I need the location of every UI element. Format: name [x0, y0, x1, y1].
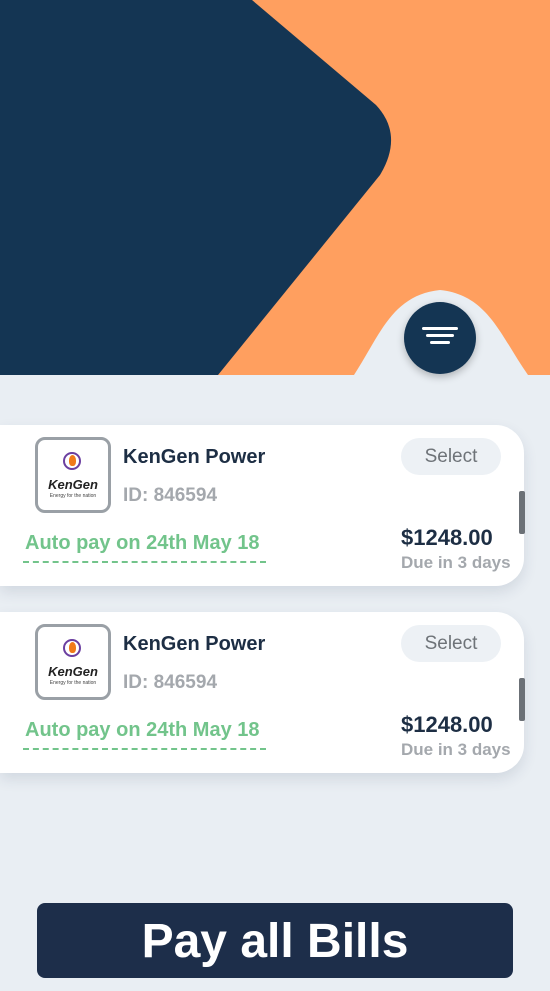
select-button[interactable]: Select [401, 438, 501, 475]
logo-tagline: Energy for the nation [49, 493, 97, 499]
bill-amount: $1248.00 [401, 525, 493, 550]
due-text: Due in 3 days [401, 553, 511, 572]
bill-card[interactable]: KenGen Energy for the nation KenGen Powe… [0, 425, 524, 586]
autopay-link[interactable]: Auto pay on 24th May 18 [25, 719, 260, 742]
autopay-underline [23, 561, 266, 563]
account-id: ID: 846594 [123, 672, 218, 693]
filter-button[interactable] [404, 302, 476, 374]
logo-word: KenGen [48, 664, 98, 679]
autopay-underline [23, 748, 266, 750]
card-scroll-handle[interactable] [519, 678, 525, 721]
bill-card[interactable]: KenGen Energy for the nation KenGen Powe… [0, 612, 524, 773]
account-id: ID: 846594 [123, 485, 218, 506]
due-text: Due in 3 days [401, 740, 511, 759]
company-logo: KenGen Energy for the nation [35, 624, 111, 700]
company-name: KenGen Power [123, 633, 266, 655]
filter-icon [422, 327, 458, 349]
select-button[interactable]: Select [401, 625, 501, 662]
logo-tagline: Energy for the nation [49, 680, 97, 686]
logo-flame-icon [69, 455, 76, 466]
card-scroll-handle[interactable] [519, 491, 525, 534]
pay-all-bills-button[interactable]: Pay all Bills [37, 903, 513, 978]
autopay-link[interactable]: Auto pay on 24th May 18 [25, 532, 260, 555]
logo-word: KenGen [48, 477, 98, 492]
bill-amount: $1248.00 [401, 712, 493, 737]
logo-flame-icon [69, 642, 76, 653]
company-name: KenGen Power [123, 446, 266, 468]
company-logo: KenGen Energy for the nation [35, 437, 111, 513]
